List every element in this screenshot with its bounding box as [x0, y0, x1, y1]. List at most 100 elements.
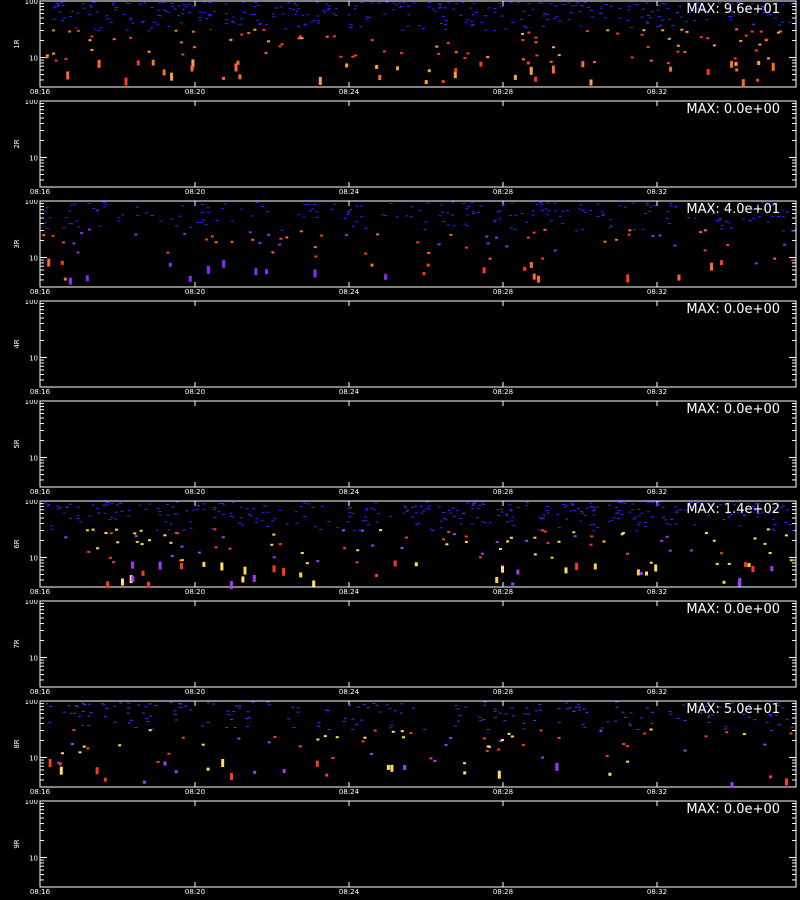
heatmap-cell: [111, 4, 115, 6]
heatmap-cell: [427, 505, 431, 507]
heatmap-cell: [505, 245, 509, 248]
heatmap-cell: [446, 212, 450, 214]
heatmap-cell: [266, 526, 270, 527]
heatmap-cell: [297, 37, 301, 40]
heatmap-cell: [592, 506, 596, 508]
heatmap-cell: [68, 517, 72, 519]
heatmap-cell: [70, 223, 74, 225]
heatmap-cell: [715, 562, 719, 565]
heatmap-cell: [360, 719, 364, 721]
heatmap-cell: [444, 23, 447, 25]
heatmap-cell: [790, 3, 794, 5]
heatmap-cell: [614, 720, 618, 722]
heatmap-cell: [361, 740, 365, 743]
heatmap-cell: [315, 211, 319, 213]
heatmap-cell: [368, 16, 372, 18]
heatmap-cell: [282, 769, 286, 774]
heatmap-cell: [571, 504, 575, 506]
heatmap-cell: [623, 717, 627, 718]
heatmap-cell: [323, 11, 327, 13]
heatmap-cell: [493, 708, 497, 710]
heatmap-cell: [658, 234, 662, 237]
heatmap-cell: [142, 20, 146, 22]
heatmap-cell: [57, 508, 61, 510]
heatmap-cell: [173, 713, 177, 715]
heatmap-cell: [545, 13, 549, 15]
heatmap-cell: [579, 520, 583, 522]
heatmap-cell: [501, 565, 504, 573]
heatmap-cell: [323, 735, 327, 738]
heatmap-cell: [660, 539, 664, 542]
heatmap-cell: [92, 207, 96, 209]
heatmap-cell: [508, 504, 512, 506]
heatmap-cell: [354, 54, 357, 57]
heatmap-cell: [500, 15, 504, 17]
heatmap-cell: [640, 33, 644, 36]
heatmap-cell: [312, 20, 316, 22]
heatmap-cell: [667, 37, 671, 40]
heatmap-cell: [180, 559, 184, 562]
heatmap-cell: [577, 507, 580, 509]
heatmap-cell: [673, 244, 677, 247]
heatmap-cell: [297, 8, 301, 10]
heatmap-cell: [733, 57, 737, 60]
heatmap-cell: [647, 14, 650, 16]
heatmap-cell: [370, 752, 373, 755]
heatmap-cell: [382, 50, 386, 53]
heatmap-cell: [61, 20, 65, 21]
heatmap-cell: [256, 19, 260, 21]
heatmap-cell: [352, 530, 356, 532]
heatmap-cell: [294, 13, 298, 15]
heatmap-cell: [73, 712, 77, 714]
heatmap-cell: [424, 508, 428, 510]
heatmap-cell: [62, 711, 66, 713]
heatmap-cell: [108, 518, 112, 520]
heatmap-cell: [58, 11, 62, 13]
heatmap-cell: [423, 229, 427, 231]
heatmap-cell: [398, 7, 402, 9]
heatmap-cell: [650, 11, 654, 13]
heatmap-cell: [178, 215, 181, 217]
heatmap-cell: [261, 206, 265, 208]
heatmap-cell: [291, 706, 295, 708]
heatmap-cell: [550, 220, 553, 222]
heatmap-cell: [298, 745, 302, 748]
heatmap-cell: [114, 9, 117, 11]
heatmap-cell: [442, 221, 445, 222]
heatmap-cell: [175, 719, 178, 721]
heatmap-cell: [392, 9, 396, 11]
heatmap-cell: [693, 20, 697, 22]
heatmap-cell: [225, 13, 229, 15]
x-tick-label: 08:24: [339, 588, 360, 596]
heatmap-cell: [50, 528, 54, 530]
heatmap-cell: [204, 224, 208, 226]
heatmap-cell: [237, 737, 241, 740]
heatmap-cell: [67, 705, 71, 707]
panel-5r: 10 100 5R 08:16 08:20 08:24 08:28 08:32 MAX: 0.0…: [13, 400, 797, 496]
heatmap-cell: [699, 231, 703, 234]
heatmap-cell: [129, 17, 132, 19]
heatmap-cell: [666, 7, 670, 9]
heatmap-cell: [533, 719, 536, 721]
heatmap-cell: [64, 57, 68, 60]
heatmap-cell: [566, 708, 569, 710]
heatmap-cell: [77, 226, 81, 228]
heatmap-cell: [509, 1, 513, 3]
heatmap-cell: [618, 7, 622, 9]
max-label: MAX: 0.0e+00: [686, 302, 780, 317]
heatmap-cell: [626, 760, 630, 763]
x-tick-label: 08:32: [647, 788, 667, 796]
heatmap-cell: [639, 571, 643, 575]
heatmap-cell: [585, 711, 589, 713]
heatmap-cell: [470, 523, 474, 525]
heatmap-cell: [170, 218, 174, 220]
heatmap-cell: [239, 506, 243, 508]
heatmap-cell: [90, 35, 94, 38]
heatmap-cell: [252, 14, 256, 15]
y-tick-label: 10: [29, 754, 38, 762]
heatmap-cell: [262, 28, 266, 31]
heatmap-cell: [679, 16, 683, 18]
heatmap-cell: [693, 217, 697, 219]
panel-7r: 10 100 7R 08:16 08:20 08:24 08:28 08:32 MAX: 0.0…: [13, 600, 797, 696]
heatmap-cell: [600, 7, 604, 9]
